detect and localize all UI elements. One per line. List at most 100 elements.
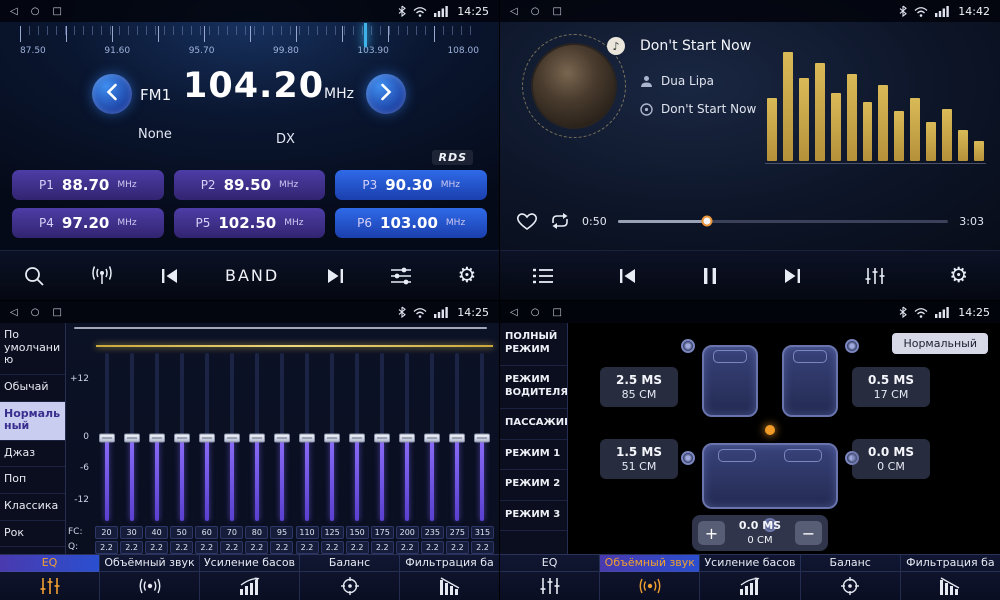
tab-eq-sliders[interactable]: EQ	[0, 555, 100, 600]
slider-handle[interactable]	[124, 433, 140, 442]
slider-handle[interactable]	[174, 433, 190, 442]
surround-mode-item[interactable]: РЕЖИМ 2	[500, 470, 567, 501]
preset-p3[interactable]: P390.30MHz	[335, 170, 487, 200]
pause-icon[interactable]	[702, 267, 718, 285]
back-icon[interactable]: ◁	[10, 6, 18, 17]
home-icon[interactable]: ○	[531, 6, 540, 17]
band-button[interactable]: BAND	[225, 266, 279, 285]
eq-preset-item[interactable]: Классика	[0, 494, 65, 521]
tab-filter[interactable]: Фильтрация ба	[400, 555, 499, 600]
surround-mode-item[interactable]: РЕЖИМ 3	[500, 501, 567, 532]
increase-delay-button[interactable]: +	[698, 521, 725, 545]
repeat-icon[interactable]	[549, 212, 571, 230]
broadcast-icon[interactable]	[90, 265, 114, 286]
scan-search-icon[interactable]	[23, 265, 45, 287]
delay-front-left[interactable]: 2.5 MS 85 CM	[600, 367, 678, 407]
settings-gear-icon[interactable]: ⚙	[949, 265, 968, 286]
slider-handle[interactable]	[374, 433, 390, 442]
home-icon[interactable]: ○	[31, 6, 40, 17]
tab-surround[interactable]: Объёмный звук	[600, 555, 700, 600]
next-icon[interactable]	[325, 267, 345, 285]
recents-icon[interactable]: □	[52, 6, 61, 17]
slider-handle[interactable]	[249, 433, 265, 442]
back-icon[interactable]: ◁	[10, 307, 18, 318]
slider-handle[interactable]	[149, 433, 165, 442]
slider-handle[interactable]	[449, 433, 465, 442]
rear-bench-seat[interactable]	[702, 443, 838, 509]
playlist-icon[interactable]	[532, 267, 554, 285]
delay-front-right[interactable]: 0.5 MS 17 CM	[852, 367, 930, 407]
eq-band-slider[interactable]	[370, 351, 395, 524]
listening-position-dot[interactable]	[765, 425, 775, 435]
surround-mode-item[interactable]: РЕЖИМ ВОДИТЕЛЯ	[500, 366, 567, 409]
tune-down-button[interactable]	[92, 74, 132, 114]
tune-up-button[interactable]	[366, 74, 406, 114]
preset-p1[interactable]: P188.70MHz	[12, 170, 164, 200]
eq-band-slider[interactable]	[395, 351, 420, 524]
seek-bar[interactable]	[618, 220, 949, 223]
slider-handle[interactable]	[99, 433, 115, 442]
recents-icon[interactable]: □	[552, 6, 561, 17]
slider-handle[interactable]	[274, 433, 290, 442]
passenger-seat[interactable]	[782, 345, 838, 417]
tab-balance[interactable]: Баланс	[300, 555, 400, 600]
eq-band-slider[interactable]	[295, 351, 320, 524]
settings-gear-icon[interactable]: ⚙	[457, 265, 476, 286]
tab-balance[interactable]: Баланс	[801, 555, 901, 600]
tab-filter[interactable]: Фильтрация ба	[901, 555, 1000, 600]
slider-handle[interactable]	[349, 433, 365, 442]
previous-icon[interactable]	[160, 267, 180, 285]
slider-handle[interactable]	[324, 433, 340, 442]
eq-preset-item[interactable]: Нормальный	[0, 402, 65, 441]
eq-band-slider[interactable]	[119, 351, 144, 524]
slider-handle[interactable]	[399, 433, 415, 442]
tuner-settings-icon[interactable]	[390, 266, 412, 286]
eq-preset-item[interactable]: Джаз	[0, 441, 65, 468]
eq-band-slider[interactable]	[345, 351, 370, 524]
eq-band-slider[interactable]	[194, 351, 219, 524]
eq-band-slider[interactable]	[445, 351, 470, 524]
home-icon[interactable]: ○	[31, 307, 40, 318]
slider-handle[interactable]	[224, 433, 240, 442]
surround-mode-item[interactable]: РЕЖИМ 1	[500, 440, 567, 471]
surround-mode-item[interactable]: ПОЛНЫЙ РЕЖИМ	[500, 323, 567, 366]
delay-rear-right[interactable]: 0.0 MS 0 CM	[852, 439, 930, 479]
eq-band-slider[interactable]	[219, 351, 244, 524]
tab-eq-sliders[interactable]: EQ	[500, 555, 600, 600]
favorite-heart-icon[interactable]	[516, 212, 538, 231]
tab-bass-boost[interactable]: Усиление басов	[700, 555, 800, 600]
recents-icon[interactable]: □	[552, 307, 561, 318]
eq-band-slider[interactable]	[269, 351, 294, 524]
eq-preset-item[interactable]: По умолчанию	[0, 323, 65, 375]
slider-handle[interactable]	[299, 433, 315, 442]
slider-handle[interactable]	[424, 433, 440, 442]
eq-band-slider[interactable]	[420, 351, 445, 524]
preset-p4[interactable]: P497.20MHz	[12, 208, 164, 238]
sound-preset-button[interactable]: Нормальный	[892, 333, 988, 354]
eq-band-slider[interactable]	[470, 351, 495, 524]
delay-rear-left[interactable]: 1.5 MS 51 CM	[600, 439, 678, 479]
recents-icon[interactable]: □	[52, 307, 61, 318]
frequency-ruler[interactable]: 87.5091.6095.7099.80103.90108.00	[20, 26, 479, 62]
eq-band-slider[interactable]	[94, 351, 119, 524]
next-icon[interactable]	[782, 267, 802, 285]
slider-handle[interactable]	[474, 433, 490, 442]
eq-band-slider[interactable]	[169, 351, 194, 524]
eq-preset-item[interactable]: Обычай	[0, 375, 65, 402]
previous-icon[interactable]	[618, 267, 638, 285]
back-icon[interactable]: ◁	[510, 6, 518, 17]
slider-handle[interactable]	[199, 433, 215, 442]
surround-mode-item[interactable]: ПАССАЖИР	[500, 409, 567, 440]
preset-p6[interactable]: P6103.00MHz	[335, 208, 487, 238]
eq-preset-item[interactable]: Поп	[0, 467, 65, 494]
eq-scrollbar[interactable]	[74, 327, 487, 329]
tab-bass-boost[interactable]: Усиление басов	[200, 555, 300, 600]
preset-p5[interactable]: P5102.50MHz	[174, 208, 326, 238]
tab-surround[interactable]: Объёмный звук	[100, 555, 200, 600]
preset-p2[interactable]: P289.50MHz	[174, 170, 326, 200]
eq-preset-item[interactable]: Рок	[0, 521, 65, 548]
seek-knob[interactable]	[701, 216, 712, 227]
driver-seat[interactable]	[702, 345, 758, 417]
eq-band-slider[interactable]	[144, 351, 169, 524]
equalizer-icon[interactable]	[865, 267, 885, 285]
